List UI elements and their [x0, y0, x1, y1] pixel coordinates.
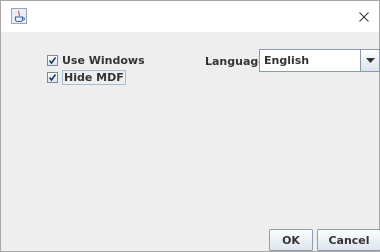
language-dropdown[interactable]: English: [259, 49, 380, 72]
ok-button[interactable]: OK: [269, 229, 313, 251]
close-button[interactable]: [349, 1, 379, 32]
hide-mdf-option[interactable]: Hide MDF: [47, 70, 126, 85]
chevron-down-icon: [365, 58, 375, 63]
language-label: Language: [205, 55, 266, 68]
language-selected-value: English: [264, 54, 310, 67]
hide-mdf-checkbox[interactable]: [47, 72, 58, 83]
title-bar: [1, 1, 379, 32]
hide-mdf-label: Hide MDF: [62, 70, 126, 85]
use-windows-checkbox[interactable]: [47, 55, 58, 66]
cancel-button[interactable]: Cancel: [317, 229, 380, 251]
dialog-content: Use Windows Hide MDF Language English OK…: [1, 32, 380, 251]
checkmark-icon: [48, 57, 57, 65]
java-app-icon: [11, 8, 27, 24]
close-icon: [359, 11, 369, 22]
use-windows-option[interactable]: Use Windows: [47, 54, 145, 67]
dropdown-arrow-button[interactable]: [360, 50, 379, 71]
use-windows-label: Use Windows: [62, 54, 145, 67]
checkmark-icon: [48, 74, 57, 82]
dialog-window: Use Windows Hide MDF Language English OK…: [0, 0, 380, 252]
